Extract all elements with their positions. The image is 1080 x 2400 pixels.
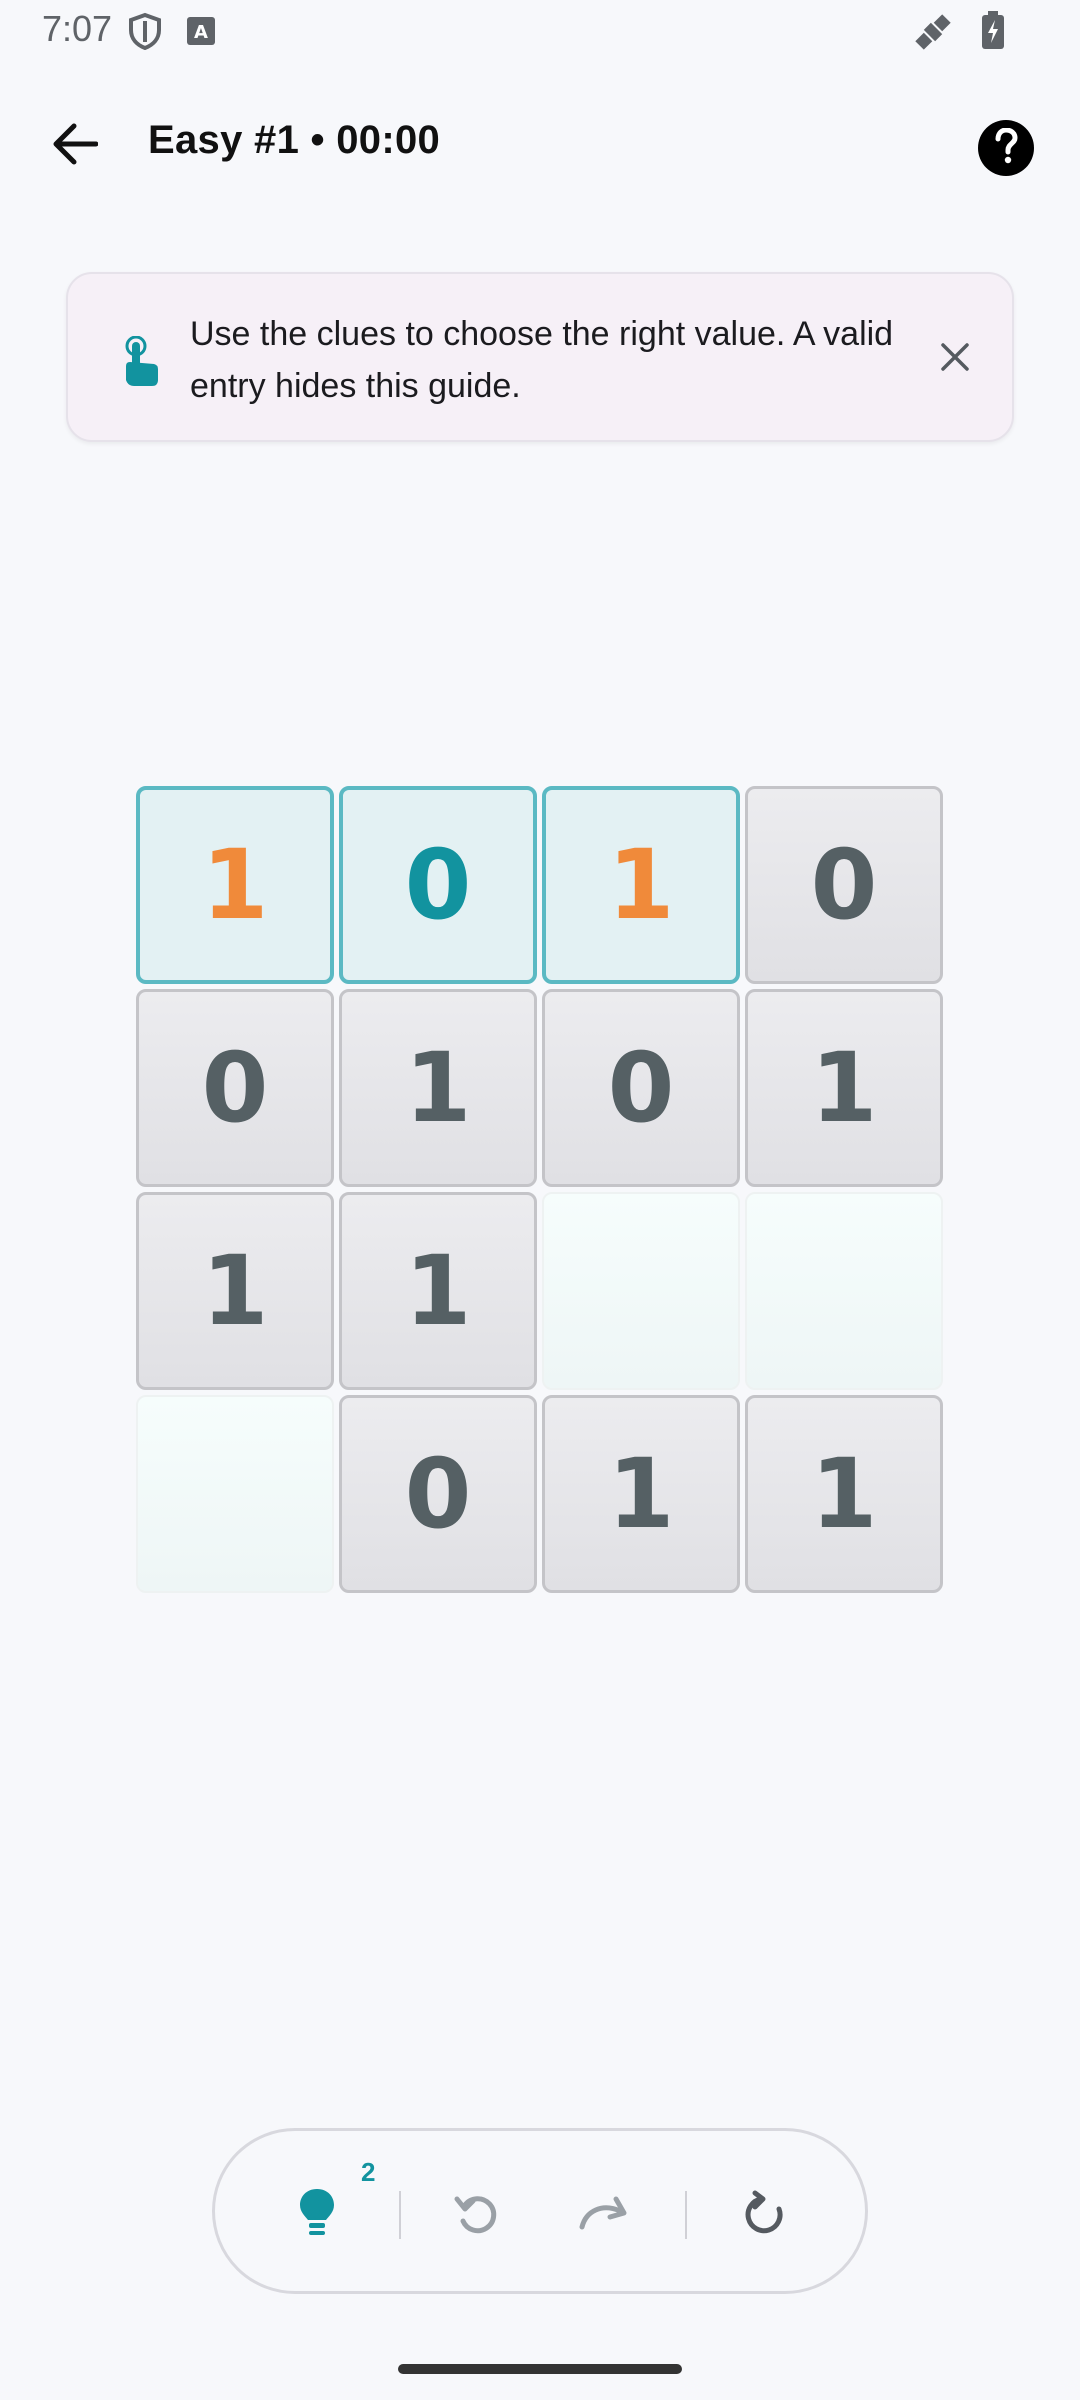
board-cell[interactable]: 1 (542, 786, 740, 984)
status-bar: 7:07 A (0, 0, 1080, 64)
shield-icon (128, 12, 162, 54)
puzzle-board: 1010010111011 (136, 786, 946, 1596)
undo-icon (453, 2189, 501, 2241)
action-toolbar: 2 (212, 2128, 868, 2294)
satellite-icon (912, 12, 954, 56)
board-cell[interactable]: 1 (339, 989, 537, 1187)
redo-button[interactable] (573, 2183, 637, 2247)
battery-charging-icon (980, 10, 1006, 54)
board-cell[interactable]: 1 (745, 989, 943, 1187)
restart-button[interactable] (733, 2183, 797, 2247)
touch-hand-icon (120, 335, 160, 392)
help-circle-icon (990, 127, 1022, 168)
board-cell[interactable]: 1 (745, 1395, 943, 1593)
board-cell[interactable]: 0 (339, 786, 537, 984)
hint-count-badge: 2 (361, 2157, 376, 2187)
board-cell[interactable]: 0 (136, 989, 334, 1187)
page-title: Easy #1 • 00:00 (148, 118, 441, 162)
undo-button[interactable] (445, 2183, 509, 2247)
status-time: 7:07 (42, 8, 113, 49)
board-cell[interactable]: 1 (136, 786, 334, 984)
board-cell[interactable] (136, 1395, 334, 1593)
help-button[interactable] (978, 120, 1034, 176)
back-button[interactable] (36, 116, 112, 176)
toolbar-divider (685, 2191, 687, 2239)
board-cell[interactable]: 0 (745, 786, 943, 984)
lightbulb-icon (297, 2187, 337, 2243)
board-cell[interactable]: 0 (339, 1395, 537, 1593)
keyboard-icon: A (186, 16, 216, 50)
board-cell[interactable]: 1 (339, 1192, 537, 1390)
restart-icon (741, 2189, 789, 2241)
board-cell[interactable] (542, 1192, 740, 1390)
hint-button[interactable] (285, 2183, 349, 2247)
app-bar: Easy #1 • 00:00 (0, 96, 1080, 196)
guide-close-button[interactable] (930, 334, 980, 384)
redo-icon (578, 2193, 632, 2237)
gesture-nav-bar[interactable] (398, 2364, 682, 2374)
svg-text:A: A (194, 22, 208, 43)
board-cell[interactable]: 1 (136, 1192, 334, 1390)
board-cell[interactable]: 0 (542, 989, 740, 1187)
guide-text: Use the clues to choose the right value.… (190, 315, 894, 405)
board-cell[interactable]: 1 (542, 1395, 740, 1593)
toolbar-divider (399, 2191, 401, 2239)
close-icon (940, 342, 970, 376)
guide-banner: Use the clues to choose the right value.… (66, 272, 1014, 442)
board-cell[interactable] (745, 1192, 943, 1390)
arrow-back-icon (50, 122, 99, 170)
